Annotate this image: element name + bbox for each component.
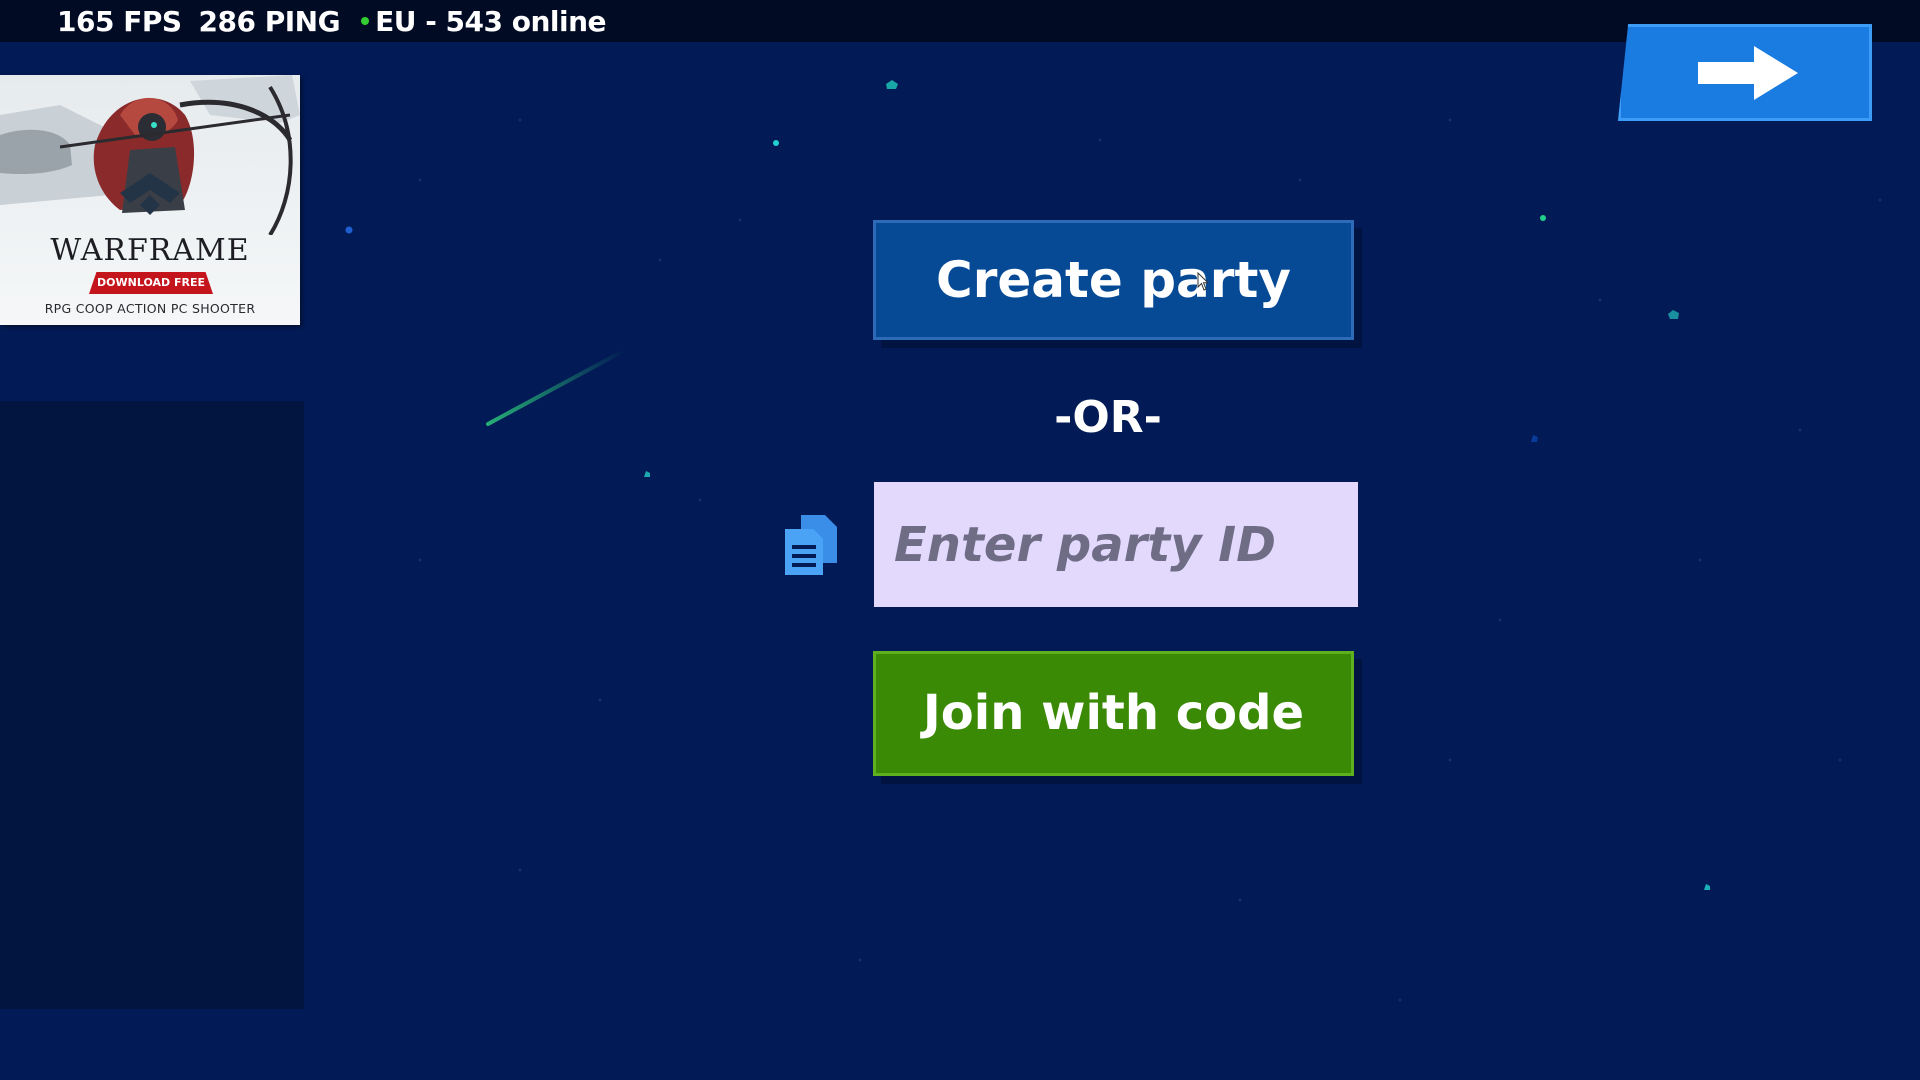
ad-brand-logo: WARFRAME bbox=[50, 233, 250, 268]
ad-hero-artwork bbox=[0, 75, 300, 235]
arrow-right-icon bbox=[1698, 46, 1798, 100]
next-button[interactable] bbox=[1618, 24, 1872, 121]
performance-stats: 165 FPS 286 PING EU - 543 online bbox=[57, 2, 607, 40]
create-party-button[interactable]: Create party bbox=[873, 220, 1354, 340]
side-ad-panel bbox=[0, 401, 304, 1009]
online-status-dot bbox=[361, 17, 370, 25]
warframe-ad-banner[interactable]: WARFRAME DOWNLOAD FREE RPG COOP ACTION P… bbox=[0, 75, 300, 325]
or-divider: -OR- bbox=[1054, 392, 1162, 443]
ad-download-button[interactable]: DOWNLOAD FREE bbox=[89, 272, 213, 294]
party-id-input[interactable] bbox=[874, 482, 1358, 607]
server-status: EU - 543 online bbox=[375, 4, 607, 38]
fps-counter: 165 FPS bbox=[57, 4, 182, 38]
clipboard-icon[interactable] bbox=[783, 513, 839, 577]
mouse-cursor-icon bbox=[1197, 272, 1210, 291]
ad-tagline: RPG COOP ACTION PC SHOOTER bbox=[44, 301, 256, 316]
ping-counter: 286 PING bbox=[198, 4, 341, 38]
game-screen: 165 FPS 286 PING EU - 543 online WARFRAM… bbox=[0, 0, 1920, 1080]
join-with-code-button[interactable]: Join with code bbox=[873, 651, 1354, 776]
